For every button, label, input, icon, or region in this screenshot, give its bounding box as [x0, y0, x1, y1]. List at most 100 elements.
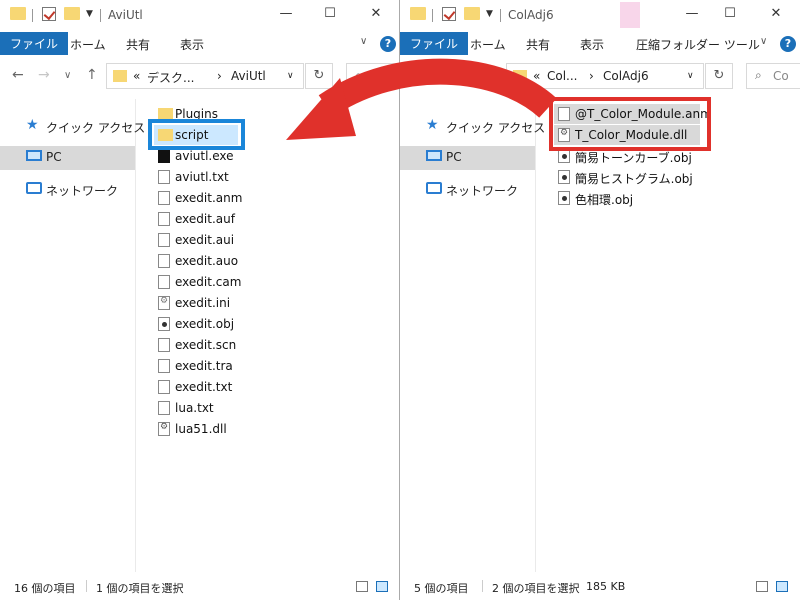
file-item[interactable]: exedit.auo [154, 251, 274, 271]
file-icon [158, 191, 170, 205]
toolbar-separator [100, 9, 101, 22]
maximize-button[interactable]: ☐ [320, 6, 340, 21]
pc-icon [426, 150, 442, 161]
up-arrow-icon[interactable]: ↑ [86, 67, 98, 83]
new-folder-icon[interactable] [464, 7, 480, 20]
refresh-button[interactable]: ↻ [705, 63, 733, 89]
properties-icon[interactable] [42, 7, 56, 21]
search-input[interactable]: P [373, 69, 380, 83]
txt-icon [158, 170, 170, 184]
up-arrow-icon[interactable]: ↑ [486, 67, 498, 83]
file-name: exedit.tra [175, 359, 233, 373]
search-box[interactable]: ⌕ P [346, 63, 399, 89]
close-button[interactable]: ✕ [766, 6, 786, 21]
nav-label: PC [446, 150, 462, 164]
close-button[interactable]: ✕ [366, 6, 386, 21]
dll-icon [158, 422, 170, 436]
address-prefix: « [533, 69, 541, 83]
tab-home[interactable]: ホーム [470, 36, 506, 53]
minimize-button[interactable]: — [276, 6, 296, 21]
file-name: exedit.ini [175, 296, 231, 310]
chevron-down-icon[interactable]: ∨ [360, 36, 367, 47]
new-folder-icon[interactable] [64, 7, 80, 20]
breadcrumb-col[interactable]: Col... [547, 69, 578, 83]
tab-file[interactable]: ファイル [400, 32, 469, 55]
tab-view[interactable]: 表示 [180, 36, 204, 53]
item-count: 16 個の項目 [14, 582, 76, 595]
forward-arrow-icon[interactable]: → [38, 67, 50, 83]
tab-compressed-folder-tools[interactable]: 圧縮フォルダー ツール [636, 36, 760, 53]
maximize-button[interactable]: ☐ [720, 6, 740, 21]
help-icon[interactable]: ? [780, 36, 796, 52]
file-item[interactable]: exedit.aui [154, 230, 274, 250]
address-bar[interactable]: « Col... › ColAdj6 ∨ [506, 63, 704, 89]
source-files-highlight [549, 97, 711, 151]
customize-toolbar-icon[interactable]: ▼ [86, 9, 93, 19]
tab-share[interactable]: 共有 [526, 36, 550, 53]
large-icons-view-icon[interactable] [776, 581, 788, 592]
help-icon[interactable]: ? [380, 36, 396, 52]
window-title: AviUtl [108, 8, 143, 22]
address-dropdown-icon[interactable]: ∨ [287, 71, 294, 81]
star-icon: ★ [26, 117, 39, 133]
nav-item-pc[interactable]: PC [0, 146, 135, 170]
nav-item-quick-access[interactable]: ★ クイック アクセス [0, 115, 145, 139]
refresh-button[interactable]: ↻ [305, 63, 333, 89]
details-view-icon[interactable] [356, 581, 368, 592]
back-arrow-icon[interactable]: ← [412, 67, 424, 83]
file-item[interactable]: lua.txt [154, 398, 274, 418]
tab-share[interactable]: 共有 [126, 36, 150, 53]
tab-home[interactable]: ホーム [70, 36, 106, 53]
folder-icon [10, 7, 26, 20]
txt-icon [158, 380, 170, 394]
forward-arrow-icon[interactable]: → [438, 67, 450, 83]
window-title: ColAdj6 [508, 8, 554, 22]
nav-label: PC [46, 150, 62, 164]
file-item[interactable]: lua51.dll [154, 419, 274, 439]
ribbon: ファイル ホーム 共有 表示 圧縮フォルダー ツール ∨ ? [400, 32, 800, 55]
file-item[interactable]: exedit.ini [154, 293, 274, 313]
file-item[interactable]: exedit.txt [154, 377, 274, 397]
obj-icon [558, 191, 570, 205]
breadcrumb-coladj6[interactable]: ColAdj6 [603, 69, 649, 83]
pc-icon [26, 150, 42, 161]
selection-count: 2 個の項目を選択 [492, 582, 580, 595]
file-item[interactable]: exedit.cam [154, 272, 274, 292]
file-icon [158, 254, 170, 268]
file-item[interactable]: exedit.scn [154, 335, 274, 355]
breadcrumb-aviutl[interactable]: AviUtl [231, 69, 266, 83]
search-input[interactable]: Co [773, 69, 789, 83]
tab-file[interactable]: ファイル [0, 32, 69, 55]
toolbar-separator [432, 9, 433, 22]
address-dropdown-icon[interactable]: ∨ [687, 71, 694, 81]
file-item[interactable]: exedit.tra [154, 356, 274, 376]
file-item[interactable]: 簡易ヒストグラム.obj [554, 167, 693, 187]
nav-item-network[interactable]: ネットワーク [400, 178, 535, 202]
file-item[interactable]: exedit.auf [154, 209, 274, 229]
status-bar: 5 個の項目 2 個の項目を選択 185 KB [400, 572, 800, 600]
minimize-button[interactable]: — [682, 6, 702, 21]
file-item[interactable]: exedit.obj [154, 314, 274, 334]
file-item[interactable]: aviutl.txt [154, 167, 274, 187]
address-bar[interactable]: « デスク... › AviUtl ∨ [106, 63, 304, 89]
customize-toolbar-icon[interactable]: ▼ [486, 9, 493, 19]
breadcrumb-separator: › [589, 69, 594, 83]
details-view-icon[interactable] [756, 581, 768, 592]
properties-icon[interactable] [442, 7, 456, 21]
file-name: exedit.cam [175, 275, 242, 289]
recent-locations-icon[interactable]: ∨ [464, 70, 471, 81]
search-box[interactable]: ⌕ Co [746, 63, 800, 89]
file-name: 色相環.obj [575, 193, 634, 207]
nav-item-quick-access[interactable]: ★ クイック アクセス [400, 115, 545, 139]
breadcrumb-desktop[interactable]: デスク... [147, 69, 194, 86]
tab-view[interactable]: 表示 [580, 36, 604, 53]
file-item[interactable]: exedit.anm [154, 188, 274, 208]
back-arrow-icon[interactable]: ← [12, 67, 24, 83]
file-item[interactable]: 色相環.obj [554, 188, 674, 208]
nav-item-pc[interactable]: PC [400, 146, 535, 170]
large-icons-view-icon[interactable] [376, 581, 388, 592]
chevron-down-icon[interactable]: ∨ [760, 36, 767, 47]
navigation-pane: ★ クイック アクセス PC ネットワーク [0, 99, 145, 572]
recent-locations-icon[interactable]: ∨ [64, 70, 71, 81]
nav-item-network[interactable]: ネットワーク [0, 178, 135, 202]
